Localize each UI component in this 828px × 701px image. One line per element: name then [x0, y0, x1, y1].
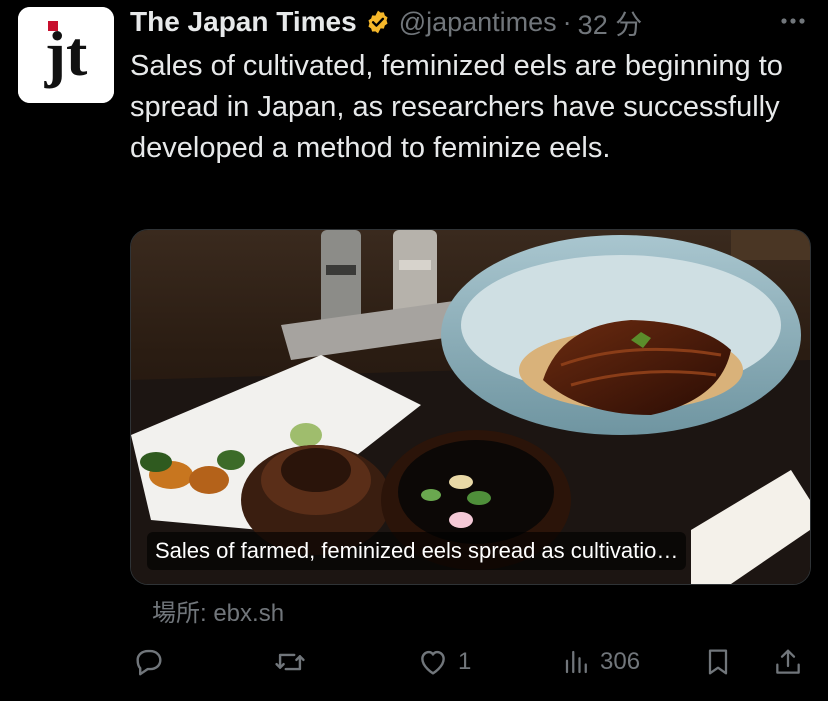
retweet-icon [272, 645, 308, 679]
bookmark-button[interactable] [702, 640, 734, 684]
author-name[interactable]: The Japan Times [130, 6, 357, 38]
japan-times-logo: jt [18, 7, 114, 103]
share-icon [772, 645, 804, 679]
like-count: 1 [458, 648, 472, 675]
share-button[interactable] [772, 640, 804, 684]
action-bar: 1 306 [130, 640, 810, 684]
avatar[interactable]: jt [18, 7, 114, 103]
separator-dot: · [562, 6, 572, 37]
views-button[interactable]: 306 [562, 640, 640, 684]
eel-meal-photo [131, 230, 810, 584]
bookmark-icon [702, 645, 734, 679]
more-options-icon[interactable] [776, 6, 810, 36]
like-button[interactable]: 1 [416, 640, 471, 684]
reply-icon [132, 645, 166, 679]
link-card-image[interactable]: Sales of farmed, feminized eels spread a… [130, 229, 811, 585]
retweet-button[interactable] [272, 640, 308, 684]
heart-icon [416, 645, 450, 679]
reply-button[interactable] [132, 640, 166, 684]
card-source[interactable]: 場所: ebx.sh [152, 593, 284, 628]
tweet-text: Sales of cultivated, feminized eels are … [130, 50, 783, 164]
card-caption: Sales of farmed, feminized eels spread a… [147, 532, 687, 570]
tweet-header: The Japan Times @japantimes · 32 分 [130, 4, 810, 40]
verified-badge-icon [365, 9, 391, 35]
views-icon [562, 645, 592, 679]
timestamp[interactable]: 32 分 [578, 3, 643, 42]
views-count: 306 [600, 648, 641, 675]
author-handle[interactable]: @japantimes [399, 7, 557, 38]
